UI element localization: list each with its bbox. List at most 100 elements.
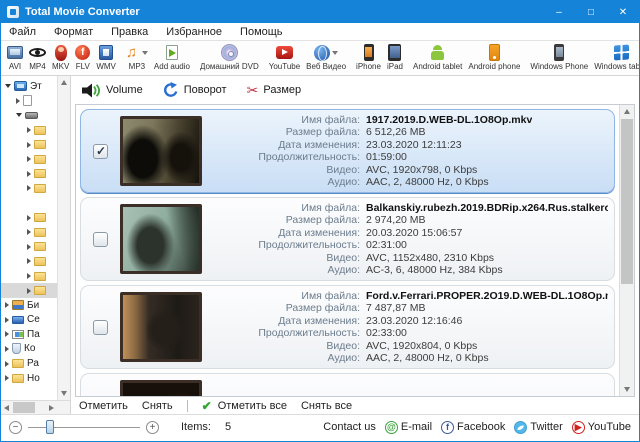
thumbnail-size-slider[interactable] bbox=[28, 420, 140, 434]
expand-arrow-icon[interactable] bbox=[27, 171, 31, 177]
scroll-down-icon[interactable] bbox=[624, 387, 630, 392]
mkv-icon bbox=[55, 45, 67, 61]
facebook-link[interactable]: f Facebook bbox=[441, 421, 505, 434]
file-name: Balkanskiy.rubezh.2019.BDRip.x264.Rus.st… bbox=[366, 202, 608, 215]
toolbar-button-add-audio[interactable]: Add audio bbox=[151, 41, 193, 75]
toolbar-button-android-phone[interactable]: Android phone bbox=[465, 41, 523, 75]
row-checkbox[interactable] bbox=[93, 144, 108, 159]
file-size: 6 512,26 MB bbox=[366, 126, 426, 139]
unmark-all-button[interactable]: Снять все bbox=[301, 400, 352, 412]
close-button[interactable]: ✕ bbox=[607, 1, 639, 23]
folder-icon bbox=[34, 184, 46, 193]
scroll-left-icon[interactable] bbox=[4, 405, 9, 411]
row-checkbox[interactable] bbox=[93, 320, 108, 335]
rotate-button[interactable]: Поворот bbox=[163, 82, 227, 98]
folder-icon bbox=[34, 169, 46, 178]
file-row[interactable]: Имя файла:1917.2019.D.WEB-DL.1O8Op.mkv Р… bbox=[80, 109, 615, 193]
scroll-down-icon[interactable] bbox=[61, 391, 67, 396]
expand-arrow-icon[interactable] bbox=[27, 288, 31, 294]
toolbar-button-ipad[interactable]: iPad bbox=[384, 41, 406, 75]
scroll-up-icon[interactable] bbox=[61, 80, 67, 85]
expand-arrow-icon[interactable] bbox=[27, 215, 31, 221]
toolbar-button-mp3[interactable]: MP3 bbox=[123, 41, 151, 75]
toolbar-button-avi[interactable]: AVI bbox=[4, 41, 26, 75]
toolbar-button-windows-tablet[interactable]: Windows tablet bbox=[591, 41, 640, 75]
menu-favorites[interactable]: Избранное bbox=[166, 26, 222, 38]
expand-arrow-icon[interactable] bbox=[27, 229, 31, 235]
toolbar-button-flv[interactable]: FLV bbox=[72, 41, 93, 75]
dvd-icon bbox=[221, 44, 238, 61]
size-button[interactable]: ✂ Размер bbox=[247, 83, 302, 97]
expand-arrow-icon[interactable] bbox=[27, 142, 31, 148]
expand-arrow-icon[interactable] bbox=[27, 273, 31, 279]
mark-button[interactable]: Отметить bbox=[79, 400, 128, 412]
collapse-arrow-icon[interactable] bbox=[16, 113, 22, 117]
slider-handle[interactable] bbox=[46, 420, 54, 434]
list-vertical-scrollbar[interactable] bbox=[619, 105, 634, 396]
field-label: Продолжительность: bbox=[208, 327, 366, 340]
row-checkbox[interactable] bbox=[93, 232, 108, 247]
menu-format[interactable]: Формат bbox=[54, 26, 93, 38]
expand-arrow-icon[interactable] bbox=[27, 258, 31, 264]
toolbar-button-label: iPhone bbox=[356, 62, 381, 72]
twitter-link[interactable]: Twitter bbox=[514, 421, 562, 434]
zoom-in-button[interactable]: + bbox=[146, 421, 159, 434]
ipad-icon bbox=[388, 44, 401, 61]
toolbar-button-label: Android tablet bbox=[413, 62, 462, 72]
file-row[interactable]: Имя файла:Ford.v.Ferrari.PROPER.2O19.D.W… bbox=[80, 285, 615, 369]
toolbar-button-mkv[interactable]: MKV bbox=[49, 41, 72, 75]
file-row[interactable]: Имя файла:Holop.2019.WEB-DLRip-AVC.grab7… bbox=[80, 373, 615, 396]
expand-arrow-icon[interactable] bbox=[16, 98, 20, 104]
expand-arrow-icon[interactable] bbox=[5, 317, 9, 323]
maximize-button[interactable]: □ bbox=[575, 1, 607, 23]
menu-file[interactable]: Файл bbox=[9, 26, 36, 38]
toolbar-button-label: Windows Phone bbox=[530, 62, 588, 72]
volume-button[interactable]: Volume bbox=[81, 83, 143, 98]
expand-arrow-icon[interactable] bbox=[27, 156, 31, 162]
tree-horizontal-scrollbar[interactable] bbox=[1, 400, 70, 414]
toolbar-button-windows-phone[interactable]: Windows Phone bbox=[527, 41, 591, 75]
chevron-down-icon[interactable] bbox=[332, 51, 338, 55]
toolbar-button-label: YouTube bbox=[269, 62, 300, 72]
toolbar-button-веб-видео[interactable]: Веб Видео bbox=[303, 41, 349, 75]
app-window: Total Movie Converter – □ ✕ Файл Формат … bbox=[0, 0, 640, 442]
menu-edit[interactable]: Правка bbox=[111, 26, 148, 38]
expand-arrow-icon[interactable] bbox=[5, 331, 9, 337]
scrollbar-thumb[interactable] bbox=[13, 402, 35, 413]
toolbar-button-youtube[interactable]: YouTube bbox=[266, 41, 303, 75]
youtube-link[interactable]: ▶ YouTube bbox=[572, 421, 631, 434]
toolbar-button-iphone[interactable]: iPhone bbox=[353, 41, 384, 75]
scroll-up-icon[interactable] bbox=[624, 109, 630, 114]
twitter-label: Twitter bbox=[530, 421, 562, 433]
video-thumbnail bbox=[120, 380, 202, 396]
tree-item-label: Ра bbox=[27, 358, 39, 369]
document-icon bbox=[23, 95, 32, 106]
video-thumbnail bbox=[120, 292, 202, 362]
toolbar-button-wmv[interactable]: WMV bbox=[93, 41, 119, 75]
mark-all-button[interactable]: Отметить все bbox=[218, 400, 287, 412]
scroll-right-icon[interactable] bbox=[49, 405, 54, 411]
unmark-button[interactable]: Снять bbox=[142, 400, 173, 412]
zoom-out-button[interactable]: − bbox=[9, 421, 22, 434]
tree-vertical-scrollbar[interactable] bbox=[57, 76, 70, 400]
expand-arrow-icon[interactable] bbox=[27, 185, 31, 191]
toolbar-button-домашний-dvd[interactable]: Домашний DVD bbox=[197, 41, 262, 75]
expand-arrow-icon[interactable] bbox=[27, 127, 31, 133]
file-date: 23.03.2020 12:16:46 bbox=[366, 315, 462, 328]
expand-arrow-icon[interactable] bbox=[27, 244, 31, 250]
expand-arrow-icon[interactable] bbox=[5, 302, 9, 308]
collapse-arrow-icon[interactable] bbox=[5, 84, 11, 88]
items-label: Items: bbox=[181, 421, 211, 433]
toolbar-button-android-tablet[interactable]: Android tablet bbox=[410, 41, 465, 75]
chevron-down-icon[interactable] bbox=[142, 51, 148, 55]
expand-arrow-icon[interactable] bbox=[5, 375, 9, 381]
file-row[interactable]: Имя файла:Balkanskiy.rubezh.2019.BDRip.x… bbox=[80, 197, 615, 281]
expand-arrow-icon[interactable] bbox=[5, 346, 9, 352]
expand-arrow-icon[interactable] bbox=[5, 361, 9, 367]
toolbar-button-mp4[interactable]: MP4 bbox=[26, 41, 49, 75]
minimize-button[interactable]: – bbox=[543, 1, 575, 23]
email-link[interactable]: @ E-mail bbox=[385, 421, 432, 434]
menu-help[interactable]: Помощь bbox=[240, 26, 283, 38]
folder-icon bbox=[34, 140, 46, 149]
scrollbar-thumb[interactable] bbox=[621, 119, 633, 284]
